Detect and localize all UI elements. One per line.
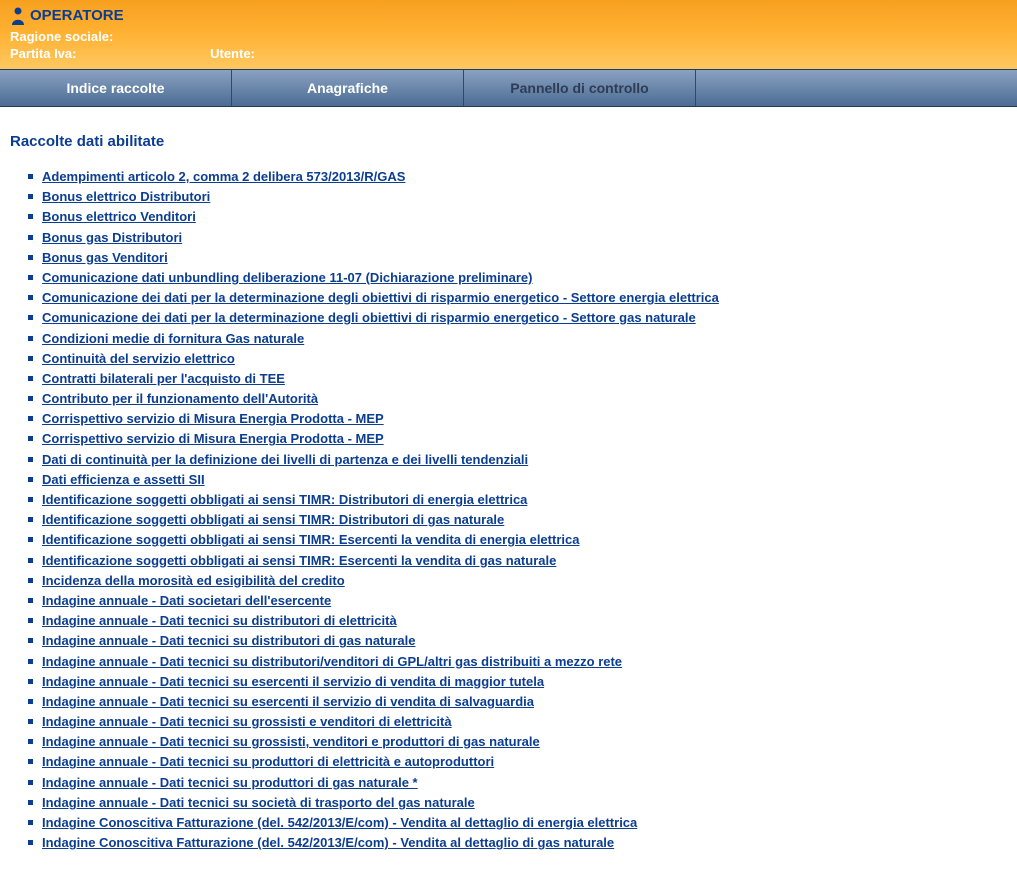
raccolta-link[interactable]: Contratti bilaterali per l'acquisto di T…	[42, 371, 285, 386]
list-item: Indagine annuale - Dati tecnici su socie…	[28, 794, 1007, 812]
raccolta-link[interactable]: Indagine annuale - Dati tecnici su produ…	[42, 754, 494, 769]
list-item: Indagine annuale - Dati tecnici su distr…	[28, 653, 1007, 671]
raccolta-link[interactable]: Continuità del servizio elettrico	[42, 351, 235, 366]
raccolta-link[interactable]: Indagine annuale - Dati tecnici su eserc…	[42, 694, 534, 709]
link-list: Adempimenti articolo 2, comma 2 delibera…	[10, 168, 1007, 852]
content: Raccolte dati abilitate Adempimenti arti…	[0, 107, 1017, 874]
tab-pannello-di-controllo[interactable]: Pannello di controllo	[464, 70, 696, 106]
list-item: Indagine annuale - Dati tecnici su gross…	[28, 733, 1007, 751]
list-item: Corrispettivo servizio di Misura Energia…	[28, 430, 1007, 448]
list-item: Comunicazione dei dati per la determinaz…	[28, 289, 1007, 307]
raccolta-link[interactable]: Indagine Conoscitiva Fatturazione (del. …	[42, 835, 614, 850]
raccolta-link[interactable]: Indagine annuale - Dati tecnici su gross…	[42, 734, 540, 749]
list-item: Condizioni medie di fornitura Gas natura…	[28, 330, 1007, 348]
raccolta-link[interactable]: Identificazione soggetti obbligati ai se…	[42, 492, 527, 507]
list-item: Indagine annuale - Dati tecnici su eserc…	[28, 693, 1007, 711]
raccolta-link[interactable]: Indagine annuale - Dati tecnici su gross…	[42, 714, 452, 729]
list-item: Identificazione soggetti obbligati ai se…	[28, 552, 1007, 570]
raccolta-link[interactable]: Indagine annuale - Dati tecnici su distr…	[42, 633, 415, 648]
list-item: Contratti bilaterali per l'acquisto di T…	[28, 370, 1007, 388]
list-item: Indagine annuale - Dati tecnici su distr…	[28, 632, 1007, 650]
raccolta-link[interactable]: Indagine annuale - Dati tecnici su produ…	[42, 775, 418, 790]
list-item: Bonus gas Distributori	[28, 229, 1007, 247]
raccolta-link[interactable]: Bonus gas Distributori	[42, 230, 182, 245]
list-item: Indagine annuale - Dati tecnici su eserc…	[28, 673, 1007, 691]
header: OPERATORE Ragione sociale: Partita Iva: …	[0, 0, 1017, 69]
header-row-ragione: Ragione sociale:	[10, 29, 1007, 44]
user-icon	[10, 6, 26, 25]
tab-indice-raccolte[interactable]: Indice raccolte	[0, 70, 232, 106]
list-item: Indagine Conoscitiva Fatturazione (del. …	[28, 834, 1007, 852]
list-item: Bonus elettrico Distributori	[28, 188, 1007, 206]
list-item: Indagine annuale - Dati tecnici su gross…	[28, 713, 1007, 731]
list-item: Identificazione soggetti obbligati ai se…	[28, 531, 1007, 549]
list-item: Indagine annuale - Dati tecnici su distr…	[28, 612, 1007, 630]
raccolta-link[interactable]: Bonus elettrico Venditori	[42, 209, 196, 224]
list-item: Comunicazione dati unbundling deliberazi…	[28, 269, 1007, 287]
raccolta-link[interactable]: Identificazione soggetti obbligati ai se…	[42, 512, 504, 527]
header-title: OPERATORE	[30, 7, 124, 24]
list-item: Bonus elettrico Venditori	[28, 208, 1007, 226]
raccolta-link[interactable]: Identificazione soggetti obbligati ai se…	[42, 532, 579, 547]
list-item: Indagine Conoscitiva Fatturazione (del. …	[28, 814, 1007, 832]
nav-filler	[696, 70, 1017, 106]
raccolta-link[interactable]: Indagine annuale - Dati societari dell'e…	[42, 593, 331, 608]
raccolta-link[interactable]: Contributo per il funzionamento dell'Aut…	[42, 391, 318, 406]
list-item: Bonus gas Venditori	[28, 249, 1007, 267]
raccolta-link[interactable]: Condizioni medie di fornitura Gas natura…	[42, 331, 304, 346]
list-item: Contributo per il funzionamento dell'Aut…	[28, 390, 1007, 408]
raccolta-link[interactable]: Adempimenti articolo 2, comma 2 delibera…	[42, 169, 405, 184]
raccolta-link[interactable]: Indagine annuale - Dati tecnici su socie…	[42, 795, 475, 810]
ragione-sociale-label: Ragione sociale:	[10, 29, 113, 44]
list-item: Comunicazione dei dati per la determinaz…	[28, 309, 1007, 327]
raccolta-link[interactable]: Indagine Conoscitiva Fatturazione (del. …	[42, 815, 637, 830]
raccolta-link[interactable]: Corrispettivo servizio di Misura Energia…	[42, 411, 384, 426]
raccolta-link[interactable]: Comunicazione dati unbundling deliberazi…	[42, 270, 532, 285]
raccolta-link[interactable]: Comunicazione dei dati per la determinaz…	[42, 290, 719, 305]
list-item: Identificazione soggetti obbligati ai se…	[28, 491, 1007, 509]
list-item: Dati efficienza e assetti SII	[28, 471, 1007, 489]
header-top: OPERATORE	[10, 6, 1007, 25]
navbar: Indice raccolte Anagrafiche Pannello di …	[0, 69, 1017, 107]
tab-anagrafiche[interactable]: Anagrafiche	[232, 70, 464, 106]
raccolta-link[interactable]: Bonus elettrico Distributori	[42, 189, 210, 204]
list-item: Indagine annuale - Dati tecnici su produ…	[28, 774, 1007, 792]
raccolta-link[interactable]: Incidenza della morosità ed esigibilità …	[42, 573, 345, 588]
partita-iva-label: Partita Iva:	[10, 46, 76, 61]
header-row-partita-utente: Partita Iva: Utente:	[10, 46, 1007, 61]
raccolta-link[interactable]: Dati di continuità per la definizione de…	[42, 452, 528, 467]
list-item: Corrispettivo servizio di Misura Energia…	[28, 410, 1007, 428]
raccolta-link[interactable]: Comunicazione dei dati per la determinaz…	[42, 310, 696, 325]
list-item: Indagine annuale - Dati societari dell'e…	[28, 592, 1007, 610]
section-title: Raccolte dati abilitate	[10, 133, 1007, 150]
list-item: Adempimenti articolo 2, comma 2 delibera…	[28, 168, 1007, 186]
list-item: Identificazione soggetti obbligati ai se…	[28, 511, 1007, 529]
raccolta-link[interactable]: Indagine annuale - Dati tecnici su eserc…	[42, 674, 544, 689]
list-item: Incidenza della morosità ed esigibilità …	[28, 572, 1007, 590]
raccolta-link[interactable]: Identificazione soggetti obbligati ai se…	[42, 553, 556, 568]
list-item: Continuità del servizio elettrico	[28, 350, 1007, 368]
raccolta-link[interactable]: Corrispettivo servizio di Misura Energia…	[42, 431, 384, 446]
utente-label: Utente:	[210, 46, 255, 61]
list-item: Dati di continuità per la definizione de…	[28, 451, 1007, 469]
raccolta-link[interactable]: Bonus gas Venditori	[42, 250, 168, 265]
list-item: Indagine annuale - Dati tecnici su produ…	[28, 753, 1007, 771]
raccolta-link[interactable]: Dati efficienza e assetti SII	[42, 472, 205, 487]
raccolta-link[interactable]: Indagine annuale - Dati tecnici su distr…	[42, 654, 622, 669]
raccolta-link[interactable]: Indagine annuale - Dati tecnici su distr…	[42, 613, 397, 628]
